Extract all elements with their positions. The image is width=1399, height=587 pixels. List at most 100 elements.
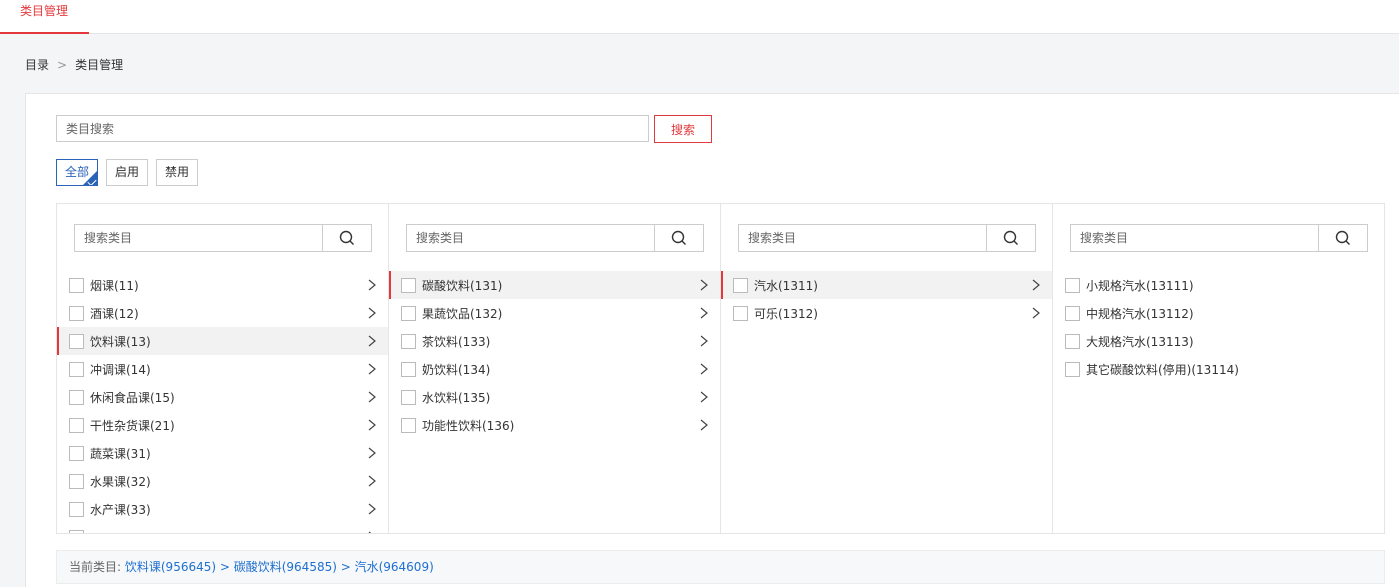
list-item[interactable]: 中规格汽水(13112) <box>1053 299 1384 327</box>
chevron-right-icon[interactable] <box>698 419 710 431</box>
chevron-right-icon[interactable] <box>366 531 378 533</box>
list-item[interactable]: 水产课(33) <box>57 495 388 523</box>
item-label: 蔬菜课(31) <box>90 446 151 461</box>
item-checkbox[interactable] <box>69 445 84 461</box>
column-search-input[interactable] <box>1071 225 1318 251</box>
list-item[interactable]: 干性杂货课(21) <box>57 411 388 439</box>
search-icon <box>1003 230 1019 246</box>
chevron-right-icon[interactable] <box>698 279 710 291</box>
filter-enabled[interactable]: 启用 <box>106 159 148 186</box>
chevron-right-icon[interactable] <box>698 363 710 375</box>
category-column-4: 小规格汽水(13111) 中规格汽水(13112) 大规格汽水(13113) 其它碳酸… <box>1053 204 1384 533</box>
list-item[interactable]: 水饮料(135) <box>389 383 720 411</box>
item-label: 大规格汽水(13113) <box>1086 334 1194 349</box>
search-icon <box>339 230 355 246</box>
chevron-right-icon[interactable] <box>366 307 378 319</box>
item-label: 水果课(32) <box>90 474 151 489</box>
item-label: 奶饮料(134) <box>422 362 491 377</box>
column-search-button[interactable] <box>1318 225 1367 251</box>
item-checkbox[interactable] <box>733 305 748 321</box>
category-search-input[interactable] <box>56 115 649 142</box>
column-search-input[interactable] <box>739 225 986 251</box>
chevron-right-icon[interactable] <box>366 279 378 291</box>
item-checkbox[interactable] <box>1065 305 1080 321</box>
column-search-input[interactable] <box>75 225 322 251</box>
tab-category-management[interactable]: 类目管理 <box>0 0 89 34</box>
search-button[interactable]: 搜索 <box>654 115 712 143</box>
item-checkbox[interactable] <box>1065 277 1080 293</box>
list-item[interactable]: 冲调课(14) <box>57 355 388 383</box>
list-item[interactable]: 小规格汽水(13111) <box>1053 271 1384 299</box>
filter-disabled[interactable]: 禁用 <box>156 159 198 186</box>
column-search-button[interactable] <box>322 225 371 251</box>
chevron-right-icon[interactable] <box>1030 307 1042 319</box>
item-checkbox[interactable] <box>401 333 416 349</box>
item-label: 酒课(12) <box>90 306 139 321</box>
item-checkbox[interactable] <box>401 305 416 321</box>
list-item[interactable]: 碳酸饮料(131) <box>389 271 720 299</box>
list-item[interactable]: 烟课(11) <box>57 271 388 299</box>
list-item[interactable]: 茶饮料(133) <box>389 327 720 355</box>
current-category-value[interactable]: 饮料课(956645) > 碳酸饮料(964585) > 汽水(964609) <box>125 560 434 574</box>
item-checkbox[interactable] <box>69 277 84 293</box>
chevron-right-icon[interactable] <box>698 391 710 403</box>
filter-label: 启用 <box>114 165 139 179</box>
item-checkbox[interactable] <box>733 277 748 293</box>
list-item[interactable]: 饮料课(13) <box>57 327 388 355</box>
list-item[interactable]: 汽水(1311) <box>721 271 1052 299</box>
column-search-button[interactable] <box>654 225 703 251</box>
item-checkbox[interactable] <box>401 417 416 433</box>
column-search-button[interactable] <box>986 225 1035 251</box>
chevron-right-icon[interactable] <box>698 335 710 347</box>
list-item[interactable]: 休闲食品课(15) <box>57 383 388 411</box>
item-checkbox[interactable] <box>69 473 84 489</box>
item-label: 烟课(11) <box>90 278 139 293</box>
chevron-right-icon[interactable] <box>366 475 378 487</box>
filter-all[interactable]: 全部 <box>56 159 98 186</box>
item-checkbox[interactable] <box>69 529 84 533</box>
item-checkbox[interactable] <box>69 417 84 433</box>
chevron-right-icon[interactable] <box>366 447 378 459</box>
item-checkbox[interactable] <box>1065 333 1080 349</box>
item-checkbox[interactable] <box>69 389 84 405</box>
item-label: 茶饮料(133) <box>422 334 491 349</box>
tab-bar: 类目管理 <box>0 0 1399 34</box>
list-item[interactable]: 其它碳酸饮料(停用)(13114) <box>1053 355 1384 383</box>
filter-label: 禁用 <box>164 165 189 179</box>
list-item[interactable]: 蔬菜课(31) <box>57 439 388 467</box>
item-label: 汽水(1311) <box>754 278 818 293</box>
chevron-right-icon[interactable] <box>366 363 378 375</box>
chevron-right-icon[interactable] <box>698 307 710 319</box>
column-search-input[interactable] <box>407 225 654 251</box>
item-checkbox[interactable] <box>401 277 416 293</box>
item-checkbox[interactable] <box>69 333 84 349</box>
list-item[interactable]: 可乐(1312) <box>721 299 1052 327</box>
item-label: 小规格汽水(13111) <box>1086 278 1194 293</box>
item-checkbox[interactable] <box>69 361 84 377</box>
chevron-right-icon[interactable] <box>366 391 378 403</box>
item-checkbox[interactable] <box>69 305 84 321</box>
list-item[interactable]: 功能性饮料(136) <box>389 411 720 439</box>
item-label: 饮料课(13) <box>90 334 151 349</box>
breadcrumb-root[interactable]: 目录 <box>25 58 49 72</box>
item-checkbox[interactable] <box>69 501 84 517</box>
item-label: 干性杂货课(21) <box>90 418 175 433</box>
item-checkbox[interactable] <box>401 361 416 377</box>
chevron-right-icon[interactable] <box>366 503 378 515</box>
item-checkbox[interactable] <box>401 389 416 405</box>
category-columns: 烟课(11) 酒课(12) 饮料课(13) 冲调课(14) 休闲食品课(15) 干性杂货课… <box>56 203 1385 534</box>
list-item[interactable]: 奶饮料(134) <box>389 355 720 383</box>
list-item[interactable]: 大规格汽水(13113) <box>1053 327 1384 355</box>
list-item[interactable]: 果蔬饮品(132) <box>389 299 720 327</box>
list-item[interactable]: 水果课(32) <box>57 467 388 495</box>
chevron-right-icon[interactable] <box>1030 279 1042 291</box>
search-icon <box>1335 230 1351 246</box>
current-category-label: 当前类目: <box>69 560 122 574</box>
chevron-right-icon[interactable] <box>366 335 378 347</box>
breadcrumb-separator: > <box>57 58 68 72</box>
category-panel: 搜索 全部 启用 禁用 烟课(11) 酒课(12) 饮料课(13) 冲调课(14) 休闲食品… <box>25 93 1399 587</box>
item-checkbox[interactable] <box>1065 361 1080 377</box>
list-item[interactable]: 酒课(12) <box>57 299 388 327</box>
chevron-right-icon[interactable] <box>366 419 378 431</box>
list-item[interactable] <box>57 523 388 533</box>
